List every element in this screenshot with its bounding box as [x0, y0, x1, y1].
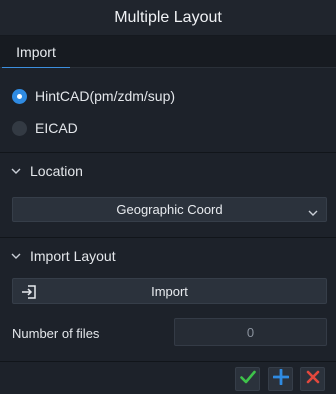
dialog-title: Multiple Layout	[114, 8, 222, 26]
format-section: HintCAD(pm/zdm/sup) EICAD	[0, 68, 336, 153]
title-bar: Multiple Layout	[0, 0, 336, 36]
number-of-files-field[interactable]	[174, 318, 327, 346]
radio-button-unselected[interactable]	[12, 120, 27, 136]
import-layout-title: Import Layout	[30, 248, 116, 264]
tab-bar: Import	[0, 36, 336, 69]
cancel-button[interactable]	[300, 367, 325, 391]
checkmark-icon	[239, 370, 256, 389]
tab-import-label: Import	[16, 44, 56, 60]
radio-button-selected[interactable]	[12, 88, 27, 104]
import-layout-section: Import Layout Import Number of files	[0, 238, 336, 362]
multiple-layout-dialog: Multiple Layout Import HintCAD(pm/zdm/su…	[0, 0, 336, 394]
confirm-button[interactable]	[235, 367, 260, 391]
radio-hintcad-label: HintCAD(pm/zdm/sup)	[35, 88, 176, 104]
location-section: Location Geographic Coord	[0, 153, 336, 238]
import-icon	[21, 284, 37, 303]
import-layout-header[interactable]: Import Layout	[10, 248, 116, 264]
location-select-value: Geographic Coord	[116, 202, 223, 217]
chevron-down-icon	[10, 165, 22, 177]
dialog-footer	[0, 364, 336, 394]
import-button-label: Import	[151, 283, 188, 299]
radio-eicad-label: EICAD	[35, 120, 78, 136]
close-icon	[306, 370, 320, 389]
import-button[interactable]: Import	[12, 278, 327, 304]
location-title: Location	[30, 163, 83, 179]
plus-icon	[272, 368, 289, 390]
location-select[interactable]: Geographic Coord	[12, 197, 327, 222]
radio-eicad[interactable]: EICAD	[12, 120, 78, 136]
dropdown-caret-icon	[308, 205, 318, 220]
radio-hintcad[interactable]: HintCAD(pm/zdm/sup)	[12, 88, 175, 104]
location-header[interactable]: Location	[10, 163, 83, 179]
add-button[interactable]	[268, 367, 293, 391]
number-of-files-label: Number of files	[12, 326, 100, 341]
tab-import[interactable]: Import	[0, 36, 72, 69]
chevron-down-icon	[10, 250, 22, 262]
